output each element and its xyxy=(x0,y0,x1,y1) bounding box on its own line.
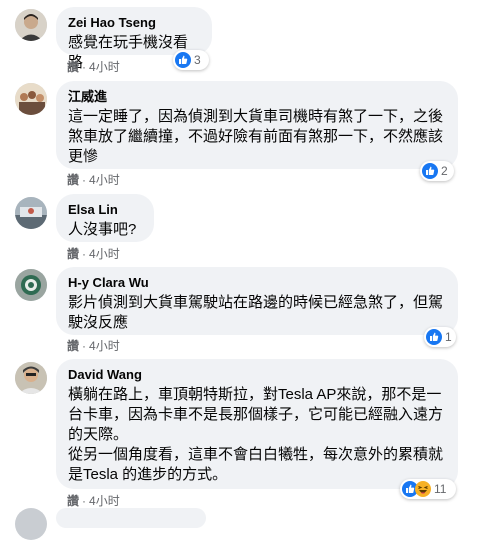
avatar[interactable] xyxy=(15,83,47,115)
like-icon xyxy=(426,329,442,345)
avatar[interactable] xyxy=(15,9,47,41)
avatar-partial[interactable] xyxy=(15,508,47,540)
comment-bubble: H-y Clara Wu 影片偵測到大貨車駕駛站在路邊的時候已經急煞了，但駕 駛… xyxy=(56,267,458,335)
reaction-count: 3 xyxy=(194,53,201,67)
comment-text: 影片偵測到大貨車駕駛站在路邊的時候已經急煞了，但駕 駛沒反應 xyxy=(68,294,444,331)
comment-text: 人沒事吧? xyxy=(68,221,137,238)
like-button[interactable]: 讚 xyxy=(67,173,79,187)
timestamp[interactable]: 4小时 xyxy=(89,173,120,187)
timestamp[interactable]: 4小时 xyxy=(89,60,120,74)
separator-dot: · xyxy=(82,339,87,353)
separator-dot: · xyxy=(82,494,87,508)
like-button[interactable]: 讚 xyxy=(67,247,79,261)
comment-bubble: David Wang 橫躺在路上，車頂朝特斯拉，對Tesla AP來說，那不是一… xyxy=(56,359,458,489)
timestamp[interactable]: 4小时 xyxy=(89,339,120,353)
comment-actions: 讚 · 4小时 xyxy=(67,493,120,509)
timestamp[interactable]: 4小时 xyxy=(89,247,120,261)
avatar-photo-icon xyxy=(15,83,47,115)
reaction-summary[interactable]: 2 xyxy=(420,161,454,181)
timestamp[interactable]: 4小时 xyxy=(89,494,120,508)
like-button[interactable]: 讚 xyxy=(67,60,79,74)
comment-actions: 讚 · 4小时 xyxy=(67,246,120,262)
avatar[interactable] xyxy=(15,197,47,229)
separator-dot: · xyxy=(82,247,87,261)
comment-actions: 讚 · 4小时 xyxy=(67,172,120,188)
avatar[interactable] xyxy=(15,269,47,301)
reaction-summary[interactable]: 3 xyxy=(173,50,209,70)
comment-bubble-partial xyxy=(56,508,206,528)
commenter-name[interactable]: H-y Clara Wu xyxy=(68,275,446,291)
comment-actions: 讚 · 4小时 xyxy=(67,59,120,75)
avatar-photo-icon xyxy=(15,269,47,301)
avatar[interactable] xyxy=(15,362,47,394)
comment-bubble: Elsa Lin 人沒事吧? xyxy=(56,194,154,242)
commenter-name[interactable]: Elsa Lin xyxy=(68,202,142,218)
separator-dot: · xyxy=(82,173,87,187)
reaction-count: 11 xyxy=(434,482,447,496)
reaction-summary[interactable]: 1 xyxy=(424,327,456,347)
avatar-photo-icon xyxy=(15,362,47,394)
commenter-name[interactable]: David Wang xyxy=(68,367,446,383)
separator-dot: · xyxy=(82,60,87,74)
like-button[interactable]: 讚 xyxy=(67,494,79,508)
haha-icon xyxy=(415,481,431,497)
commenter-name[interactable]: Zei Hao Tseng xyxy=(68,15,200,31)
like-icon xyxy=(175,52,191,68)
comment-bubble: Zei Hao Tseng 感覺在玩手機沒看路 xyxy=(56,7,212,71)
comment-text: 橫躺在路上，車頂朝特斯拉，對Tesla AP來說，那不是一 台卡車，因為卡車不是… xyxy=(68,386,444,483)
avatar-photo-icon xyxy=(15,9,47,41)
like-icon xyxy=(422,163,438,179)
comment-actions: 讚 · 4小时 xyxy=(67,338,120,354)
comment-bubble: 江威進 這一定睡了，因為偵測到大貨車司機時有煞了一下，之後 煞車放了繼續撞，不過… xyxy=(56,81,458,169)
reaction-count: 2 xyxy=(441,164,448,178)
like-button[interactable]: 讚 xyxy=(67,339,79,353)
comment-text: 這一定睡了，因為偵測到大貨車司機時有煞了一下，之後 煞車放了繼續撞，不過好險有前… xyxy=(68,108,444,165)
avatar-photo-icon xyxy=(15,197,47,229)
commenter-name[interactable]: 江威進 xyxy=(68,89,446,105)
reaction-count: 1 xyxy=(445,330,452,344)
reaction-summary[interactable]: 11 xyxy=(400,479,456,499)
